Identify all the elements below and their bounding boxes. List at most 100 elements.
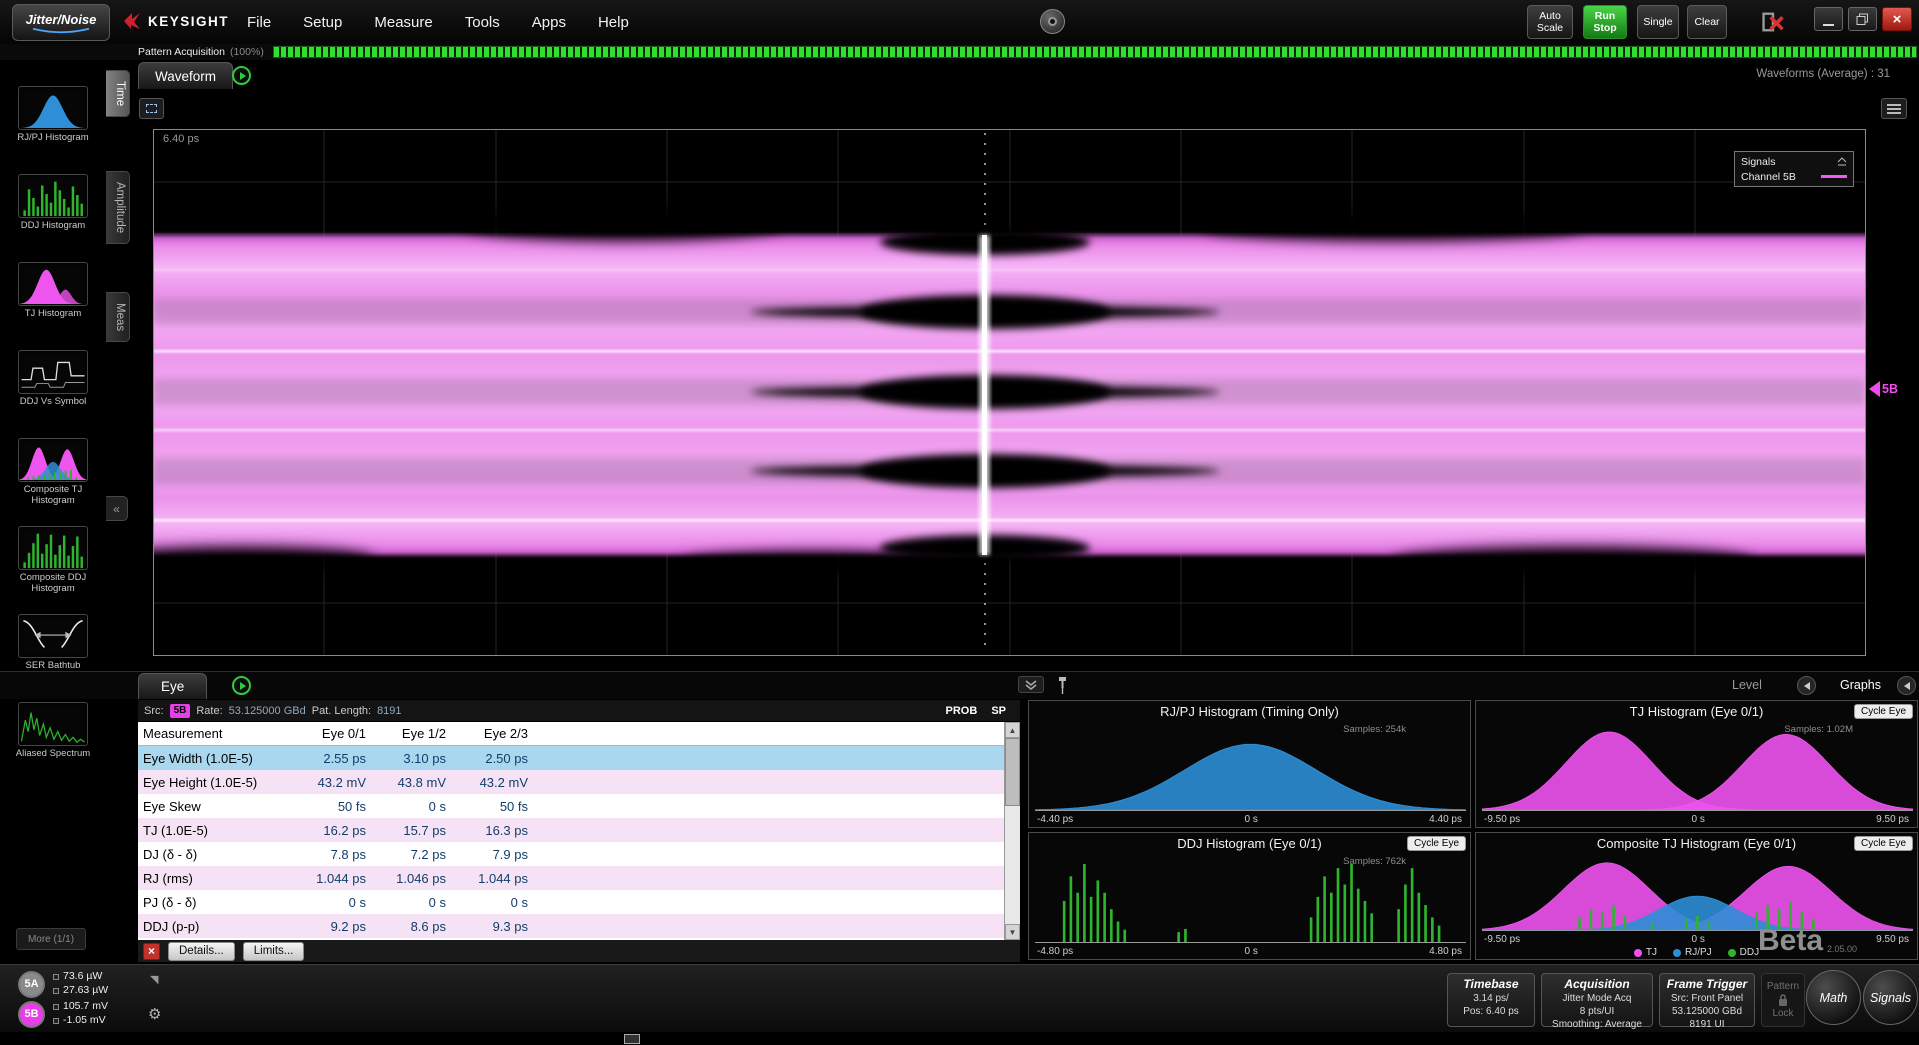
auto-scale-button[interactable]: Auto Scale xyxy=(1527,5,1573,39)
title-bar: Jitter/Noise KEYSIGHT File Setup Measure To… xyxy=(0,0,1919,44)
category-tab-meas[interactable]: Meas xyxy=(106,292,130,342)
more-graphs-button[interactable]: More (1/1) xyxy=(16,928,86,950)
measurement-row-5[interactable]: DJ (δ - δ)7.8 ps7.2 ps7.9 ps xyxy=(138,842,1004,866)
taskbar-window-icon[interactable] xyxy=(624,1034,640,1044)
timebase-panel[interactable]: Timebase 3.14 ps/ Pos: 6.40 ps xyxy=(1447,973,1535,1027)
minimize-button[interactable] xyxy=(1814,7,1843,31)
menu-setup[interactable]: Setup xyxy=(303,14,342,31)
legend-collapse-icon[interactable] xyxy=(1837,157,1847,166)
x-tick: -4.80 ps xyxy=(1037,946,1073,957)
pattern-length-label: Pat. Length: xyxy=(312,705,371,717)
signals-button[interactable]: Signals xyxy=(1863,970,1918,1025)
channel-5b-marker[interactable]: 5B xyxy=(1869,381,1898,397)
single-button[interactable]: Single xyxy=(1637,5,1679,39)
measurement-row-4[interactable]: TJ (1.0E-5)16.2 ps15.7 ps16.3 ps xyxy=(138,818,1004,842)
channel-values: 73.6 µW27.63 µW xyxy=(53,970,108,997)
graph-sidebar: RJ/PJ HistogramDDJ HistogramTJ Histogram… xyxy=(0,60,106,964)
sidebar-item-composite-tj-histogram[interactable]: Composite TJ Histogram xyxy=(0,438,106,526)
eye-source-info-bar: Src: 5B Rate: 53.125000 GBd Pat. Length:… xyxy=(138,700,1020,721)
panel-collapse-right-icon[interactable] xyxy=(1897,676,1916,695)
close-button[interactable]: × xyxy=(1882,7,1912,31)
sidebar-item-tj-histogram[interactable]: TJ Histogram xyxy=(0,262,106,350)
run-stop-button[interactable]: Run Stop xyxy=(1583,5,1627,39)
app-mode-button[interactable]: Jitter/Noise xyxy=(12,4,110,41)
keysight-logo-icon xyxy=(122,11,142,31)
frame-trigger-panel[interactable]: Frame Trigger Src: Front Panel 53.125000… xyxy=(1659,973,1755,1027)
measurement-row-6[interactable]: RJ (rms)1.044 ps1.046 ps1.044 ps xyxy=(138,866,1004,890)
channel-5a-badge[interactable]: 5A xyxy=(18,971,45,998)
measurement-row-3[interactable]: Eye Skew50 fs0 s50 fs xyxy=(138,794,1004,818)
brand-name: KEYSIGHT xyxy=(148,14,229,29)
cycle-eye-button[interactable]: Cycle Eye xyxy=(1854,704,1913,719)
sidebar-item-ddj-vs-symbol[interactable]: DDJ Vs Symbol xyxy=(0,350,106,438)
waveform-menu-icon[interactable] xyxy=(1881,98,1907,119)
sidebar-item-rjpj-histogram[interactable]: RJ/PJ Histogram xyxy=(0,86,106,174)
source-channel-badge[interactable]: 5B xyxy=(170,704,191,718)
category-tab-amplitude[interactable]: Amplitude xyxy=(106,171,130,244)
collapse-left-icon: « xyxy=(113,502,120,516)
category-tab-time[interactable]: Time xyxy=(106,70,130,117)
sidebar-item-aliased-spectrum[interactable]: Aliased Spectrum xyxy=(0,702,106,790)
acquisition-panel[interactable]: Acquisition Jitter Mode Acq 8 pts/UI Smo… xyxy=(1541,973,1653,1027)
restore-button[interactable] xyxy=(1848,7,1877,31)
screenshot-camera-icon[interactable] xyxy=(1040,9,1065,34)
measurement-row-1[interactable]: Eye Width (1.0E-5)2.55 ps3.10 ps2.50 ps xyxy=(138,746,1004,770)
measurement-row-2[interactable]: Eye Height (1.0E-5)43.2 mV43.8 mV43.2 mV xyxy=(138,770,1004,794)
menu-tools[interactable]: Tools xyxy=(465,14,500,31)
zoom-select-tool-icon[interactable] xyxy=(139,98,164,119)
limits-button[interactable]: Limits... xyxy=(243,942,305,961)
tab-graphs[interactable]: Graphs xyxy=(1840,678,1881,692)
measurement-row-8[interactable]: DDJ (p-p)9.2 ps8.6 ps9.3 ps xyxy=(138,914,1004,938)
tab-waveform[interactable]: Waveform xyxy=(138,62,233,89)
x-tick: 0 s xyxy=(1244,814,1257,825)
eye-diagram-plot[interactable]: 6.40 ps Signals Channel 5B xyxy=(153,129,1866,656)
pin-icon[interactable] xyxy=(1056,675,1069,695)
table-header-row: MeasurementEye 0/1Eye 1/2Eye 2/3 xyxy=(138,722,1004,746)
measurement-row-7[interactable]: PJ (δ - δ)0 s0 s0 s xyxy=(138,890,1004,914)
left-arrow-icon xyxy=(1904,682,1910,690)
tab-level[interactable]: Level xyxy=(1732,678,1762,692)
waveform-tab-label: Waveform xyxy=(155,69,216,84)
channel-5a-meter[interactable]: 5A 73.6 µW27.63 µW xyxy=(18,969,108,999)
table-scrollbar[interactable]: ▲ ▼ xyxy=(1004,722,1020,940)
acquisition-points: 8 pts/UI xyxy=(1542,1005,1652,1018)
menu-help[interactable]: Help xyxy=(598,14,629,31)
sidebar-item-composite-ddj-histogram[interactable]: Composite DDJ Histogram xyxy=(0,526,106,614)
collapse-sidebar-button[interactable]: « xyxy=(106,496,128,521)
math-button[interactable]: Math xyxy=(1806,970,1861,1025)
channel-5b-meter[interactable]: 5B105.7 mV-1.05 mV xyxy=(18,999,108,1029)
menu-file[interactable]: File xyxy=(247,14,271,31)
tab-eye[interactable]: Eye xyxy=(138,673,207,699)
eye-run-button[interactable] xyxy=(232,676,251,695)
cycle-eye-button[interactable]: Cycle Eye xyxy=(1854,836,1913,851)
scrollbar-down-icon[interactable]: ▼ xyxy=(1005,924,1020,940)
measurement-value: 7.2 ps xyxy=(366,847,446,862)
channel-5b-badge[interactable]: 5B xyxy=(18,1001,45,1028)
panel-cycle-left-icon[interactable] xyxy=(1797,676,1816,695)
progress-label: Pattern Acquisition xyxy=(138,46,225,58)
collapse-bottom-panel-icon[interactable] xyxy=(1018,676,1044,693)
details-button[interactable]: Details... xyxy=(168,942,235,961)
measurement-value: 1.044 ps xyxy=(296,871,366,886)
close-icon: × xyxy=(1893,11,1902,28)
menu-apps[interactable]: Apps xyxy=(532,14,566,31)
expand-meters-icon[interactable]: ◥ xyxy=(150,973,158,986)
measurement-value: 2.50 ps xyxy=(446,751,528,766)
scrollbar-thumb[interactable] xyxy=(1005,738,1020,806)
left-arrow-icon xyxy=(1804,682,1810,690)
exit-app-icon[interactable] xyxy=(1760,9,1786,35)
taskbar-strip xyxy=(0,1032,1919,1045)
green-spectrum-icon xyxy=(18,702,88,746)
close-measurement-button[interactable]: × xyxy=(143,943,160,960)
clear-button[interactable]: Clear xyxy=(1687,5,1727,39)
settings-gear-icon[interactable]: ⚙ xyxy=(148,1005,161,1023)
meter-glyph-icon xyxy=(53,988,59,994)
cycle-eye-button[interactable]: Cycle Eye xyxy=(1407,836,1466,851)
scrollbar-up-icon[interactable]: ▲ xyxy=(1005,722,1020,738)
sidebar-item-ddj-histogram[interactable]: DDJ Histogram xyxy=(0,174,106,262)
menu-measure[interactable]: Measure xyxy=(374,14,432,31)
measurement-value: 9.3 ps xyxy=(446,919,528,934)
waveform-run-button[interactable] xyxy=(232,66,251,85)
x-axis-ticks: -9.50 ps 0 s 9.50 ps xyxy=(1484,814,1909,825)
rjpj-histogram-chart xyxy=(1035,723,1466,811)
